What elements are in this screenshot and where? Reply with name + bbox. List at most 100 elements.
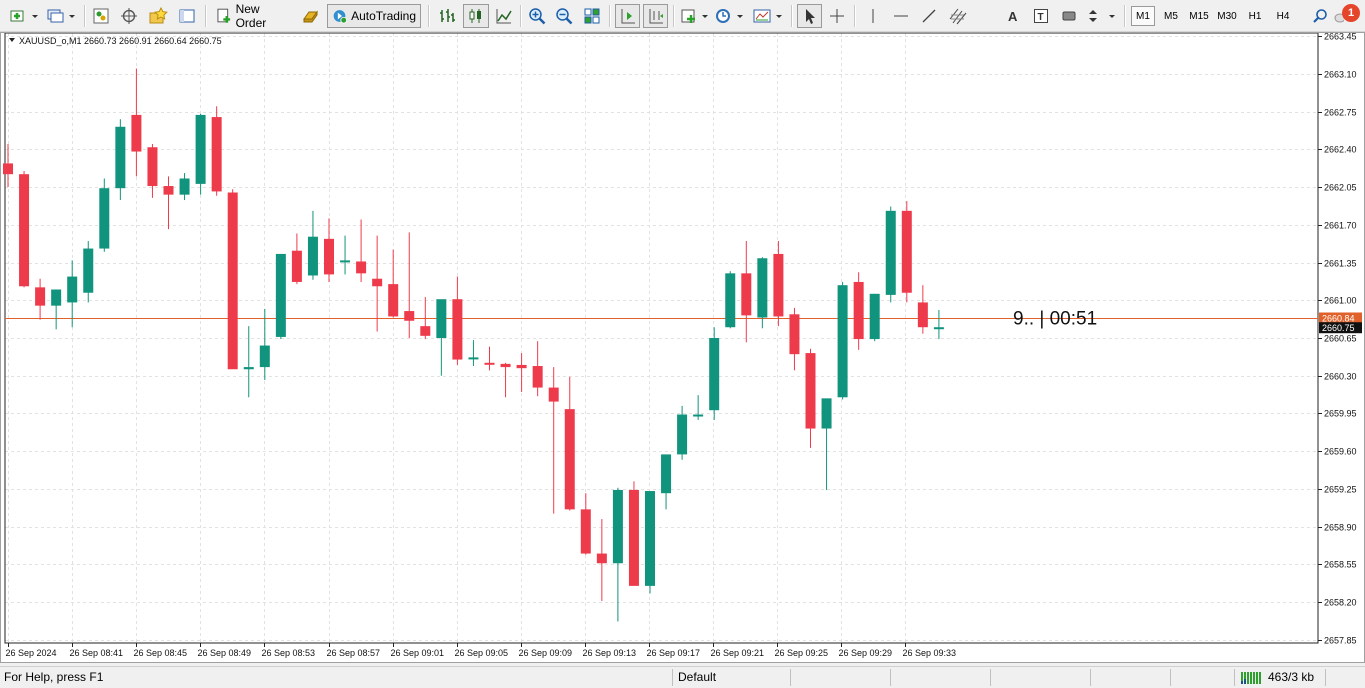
timeframe-m15[interactable]: M15 xyxy=(1186,6,1212,26)
time-tick-label: 26 Sep 09:09 xyxy=(519,648,573,658)
crosshair-button[interactable] xyxy=(826,4,848,28)
candle xyxy=(211,106,222,196)
candle xyxy=(35,278,46,320)
time-tick-label: 26 Sep 08:57 xyxy=(327,648,381,658)
text-label-button[interactable]: T xyxy=(1030,4,1052,28)
profile-name[interactable]: Default xyxy=(678,670,716,684)
price-tick-label: 2658.55 xyxy=(1324,560,1357,570)
price-tick-label: 2657.85 xyxy=(1324,636,1357,646)
timeframe-h4[interactable]: H4 xyxy=(1272,6,1294,26)
equidistant-channel-button[interactable] xyxy=(946,4,970,28)
price-tick-label: 2659.60 xyxy=(1324,447,1357,457)
candle xyxy=(837,281,848,400)
candle xyxy=(243,326,254,398)
candle-body xyxy=(227,192,238,370)
price-tick-label: 2663.10 xyxy=(1324,70,1357,80)
text-tool-button[interactable]: A xyxy=(1002,4,1024,28)
bar-chart-button[interactable] xyxy=(436,4,458,28)
bid-price-label: 2660.84 xyxy=(1322,314,1355,324)
favorites-button[interactable] xyxy=(146,4,170,28)
cursor-button[interactable] xyxy=(797,4,822,28)
bar-countdown-label: 9.. | 00:51 xyxy=(1013,309,1097,330)
timeframe-m5[interactable]: M5 xyxy=(1159,6,1183,26)
candle xyxy=(869,293,880,342)
timeframe-m30[interactable]: M30 xyxy=(1214,6,1240,26)
candle-body xyxy=(741,273,752,316)
candle xyxy=(901,201,912,303)
time-tick-label: 26 Sep 09:05 xyxy=(455,648,509,658)
candle xyxy=(51,289,62,330)
trendline-button[interactable] xyxy=(918,4,940,28)
candle-body xyxy=(709,338,720,411)
indicators-button[interactable] xyxy=(679,4,711,28)
chart-window[interactable]: 2663.45 2663.10 2662.75 2662.40 2662.05 2661.… xyxy=(0,32,1365,663)
vertical-line-button[interactable] xyxy=(862,4,884,28)
cursor-arrow-icon xyxy=(805,9,815,24)
market-watch-button[interactable] xyxy=(90,4,112,28)
navigator-crosshair-button[interactable] xyxy=(118,4,140,28)
horizontal-line-button[interactable] xyxy=(890,4,912,28)
star-folder-icon xyxy=(149,7,168,24)
time-tick-label: 26 Sep 09:29 xyxy=(839,648,893,658)
time-tick-label: 26 Sep 09:25 xyxy=(775,648,829,658)
trendline-icon xyxy=(922,9,936,23)
candle xyxy=(115,119,126,201)
candle xyxy=(19,170,30,288)
terminal-button[interactable] xyxy=(176,4,198,28)
arrows-tool-button[interactable] xyxy=(1086,4,1118,28)
chart-shift-button[interactable] xyxy=(643,4,668,28)
periods-button[interactable] xyxy=(714,4,746,28)
metaeditor-button[interactable] xyxy=(300,4,322,28)
bar-chart-icon xyxy=(440,9,455,22)
gold-bar-icon xyxy=(303,10,318,23)
zoom-out-button[interactable] xyxy=(553,4,575,28)
candle xyxy=(516,353,527,392)
new-chart-button[interactable] xyxy=(8,4,42,28)
time-tick-label: 26 Sep 08:45 xyxy=(134,648,188,658)
arrows-icon xyxy=(1089,10,1115,22)
notification-badge[interactable]: 1 xyxy=(1342,4,1360,22)
templates-button[interactable] xyxy=(751,4,785,28)
candle-body xyxy=(291,250,302,282)
line-chart-button[interactable] xyxy=(493,4,515,28)
candle xyxy=(340,235,351,275)
zoom-in-button[interactable] xyxy=(526,4,548,28)
search-button[interactable] xyxy=(1309,4,1331,28)
timeframe-m1[interactable]: M1 xyxy=(1131,6,1155,26)
autotrading-button[interactable]: AutoTrading xyxy=(327,4,421,28)
main-toolbar: New Order AutoTrading A T M1 M5 M15 M30 … xyxy=(0,0,1365,32)
candle-body xyxy=(67,276,78,303)
tile-windows-icon xyxy=(584,8,600,24)
timeframe-h1[interactable]: H1 xyxy=(1244,6,1266,26)
candlesticks-button[interactable] xyxy=(463,4,489,28)
price-tick-label: 2662.75 xyxy=(1324,108,1357,118)
candle-body xyxy=(821,398,832,429)
candle xyxy=(628,481,639,586)
rectangle-tool-button[interactable] xyxy=(1058,4,1080,28)
candle-body xyxy=(211,117,222,192)
profiles-icon xyxy=(47,9,75,23)
candle-body xyxy=(243,367,254,370)
price-tick-label: 2660.65 xyxy=(1324,334,1357,344)
profiles-button[interactable] xyxy=(46,4,78,28)
candle-body xyxy=(837,285,848,398)
last-price-label: 2660.75 xyxy=(1322,323,1355,333)
vertical-line-icon xyxy=(872,9,874,23)
candle-body xyxy=(452,299,463,360)
candlestick-chart[interactable]: 2663.45 2663.10 2662.75 2662.40 2662.05 2661.… xyxy=(1,33,1364,662)
new-order-button[interactable]: New Order xyxy=(211,2,297,30)
crosshair-icon xyxy=(830,9,844,23)
clock-icon xyxy=(716,9,743,23)
candle-body xyxy=(885,210,896,295)
candle-body xyxy=(35,287,46,306)
auto-scroll-button[interactable] xyxy=(615,4,640,28)
time-tick-label: 26 Sep 09:21 xyxy=(711,648,765,658)
candle xyxy=(147,144,158,198)
candle-body xyxy=(757,258,768,318)
candle xyxy=(324,218,334,282)
symbol-dropdown-icon[interactable] xyxy=(9,38,15,42)
candle-body xyxy=(484,362,495,365)
templates-icon xyxy=(753,9,782,23)
tile-windows-button[interactable] xyxy=(581,4,603,28)
candle-body xyxy=(388,284,399,317)
